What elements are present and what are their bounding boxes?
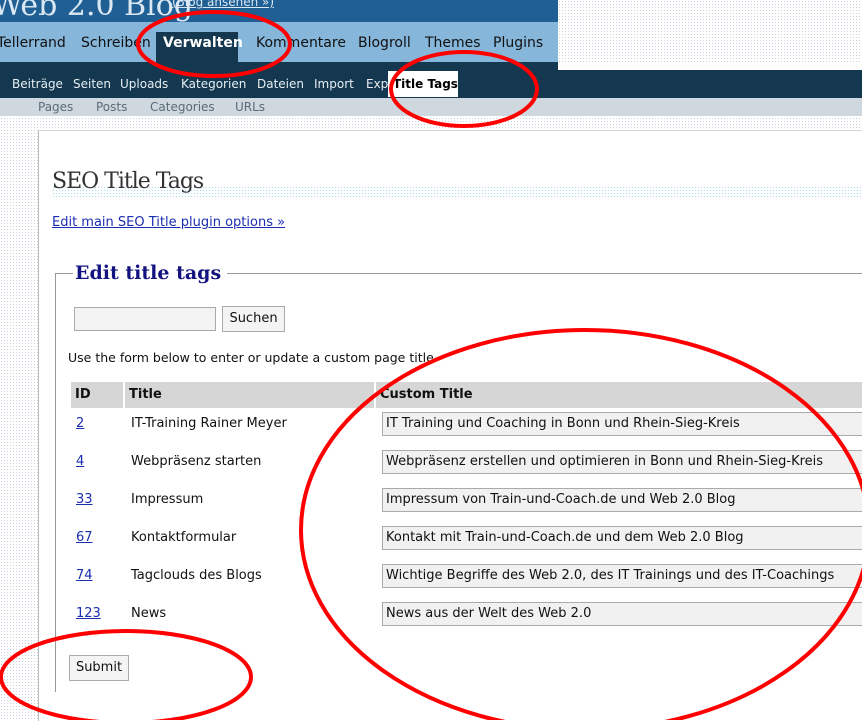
subnav-beitraege[interactable]: Beiträge — [12, 77, 63, 91]
subnav-uploads[interactable]: Uploads — [120, 77, 168, 91]
search-input[interactable] — [74, 307, 216, 331]
row-id-link[interactable]: 74 — [76, 568, 93, 583]
custom-title-input[interactable]: Kontakt mit Train-und-Coach.de und dem W… — [382, 526, 862, 550]
nav-plugins[interactable]: Plugins — [493, 35, 543, 51]
col-title: Title — [125, 382, 374, 408]
row-title: IT-Training Rainer Meyer — [131, 416, 287, 431]
edit-fieldset: Edit title tags Suchen Use the form belo… — [55, 262, 862, 692]
custom-title-input[interactable]: IT Training und Coaching in Bonn und Rhe… — [382, 412, 862, 436]
nav-themes[interactable]: Themes — [425, 35, 481, 51]
blog-header: Web 2.0 Blog (Blog ansehen ») — [0, 0, 558, 23]
custom-title-input[interactable]: Impressum von Train-und-Coach.de und Web… — [382, 488, 862, 512]
content-panel: SEO Title Tags Edit main SEO Title plugi… — [38, 130, 862, 721]
row-title: Webpräsenz starten — [131, 454, 262, 469]
subnav-title-tags-label: Title Tags — [393, 77, 458, 91]
subnav-seiten[interactable]: Seiten — [73, 77, 111, 91]
page-title: SEO Title Tags — [52, 169, 204, 194]
view-blog-link[interactable]: (Blog ansehen ») — [172, 0, 274, 9]
subnav-import[interactable]: Import — [314, 77, 354, 91]
custom-title-input[interactable]: Webpräsenz erstellen und optimieren in B… — [382, 450, 862, 474]
subsub-categories[interactable]: Categories — [150, 100, 215, 114]
row-title: Impressum — [131, 492, 204, 507]
subsub-pages[interactable]: Pages — [38, 100, 73, 114]
row-id-link[interactable]: 123 — [76, 606, 101, 621]
subnav-kategorien[interactable]: Kategorien — [181, 77, 246, 91]
row-id-link[interactable]: 2 — [76, 416, 84, 431]
search-button[interactable]: Suchen — [222, 306, 285, 332]
row-id-link[interactable]: 4 — [76, 454, 84, 469]
row-title: News — [131, 606, 167, 621]
row-id-link[interactable]: 67 — [76, 530, 93, 545]
subnav-title-tags[interactable]: Title Tags — [388, 71, 458, 97]
submit-button[interactable]: Submit — [69, 655, 129, 681]
fieldset-legend: Edit title tags — [73, 262, 228, 284]
subsub-posts[interactable]: Posts — [96, 100, 127, 114]
custom-title-input[interactable]: Wichtige Begriffe des Web 2.0, des IT Tr… — [382, 564, 862, 588]
options-link[interactable]: Edit main SEO Title plugin options » — [52, 215, 285, 230]
row-id-link[interactable]: 33 — [76, 492, 93, 507]
nav-tellerrand[interactable]: Tellerrand — [0, 35, 66, 51]
nav-blogroll[interactable]: Blogroll — [358, 35, 411, 51]
nav-kommentare[interactable]: Kommentare — [256, 35, 346, 51]
header-gap — [558, 62, 862, 70]
row-title: Kontaktformular — [131, 530, 237, 545]
col-custom-title: Custom Title — [376, 382, 862, 408]
nav-verwalten-label: Verwalten — [163, 35, 243, 51]
subnav-dateien[interactable]: Dateien — [257, 77, 304, 91]
sub-nav: Beiträge Seiten Uploads Kategorien Datei… — [0, 62, 862, 98]
nav-schreiben[interactable]: Schreiben — [81, 35, 151, 51]
row-title: Tagclouds des Blogs — [131, 568, 262, 583]
main-nav: Tellerrand Schreiben Verwalten Kommentar… — [0, 22, 558, 62]
custom-title-input[interactable]: News aus der Welt des Web 2.0 — [382, 602, 862, 626]
sub-sub-nav: Pages Posts Categories URLs — [0, 98, 862, 116]
col-id: ID — [71, 382, 123, 408]
form-hint: Use the form below to enter or update a … — [68, 350, 434, 365]
blog-name: Web 2.0 Blog — [0, 0, 194, 23]
subsub-urls[interactable]: URLs — [235, 100, 265, 114]
nav-verwalten[interactable]: Verwalten — [156, 32, 243, 62]
